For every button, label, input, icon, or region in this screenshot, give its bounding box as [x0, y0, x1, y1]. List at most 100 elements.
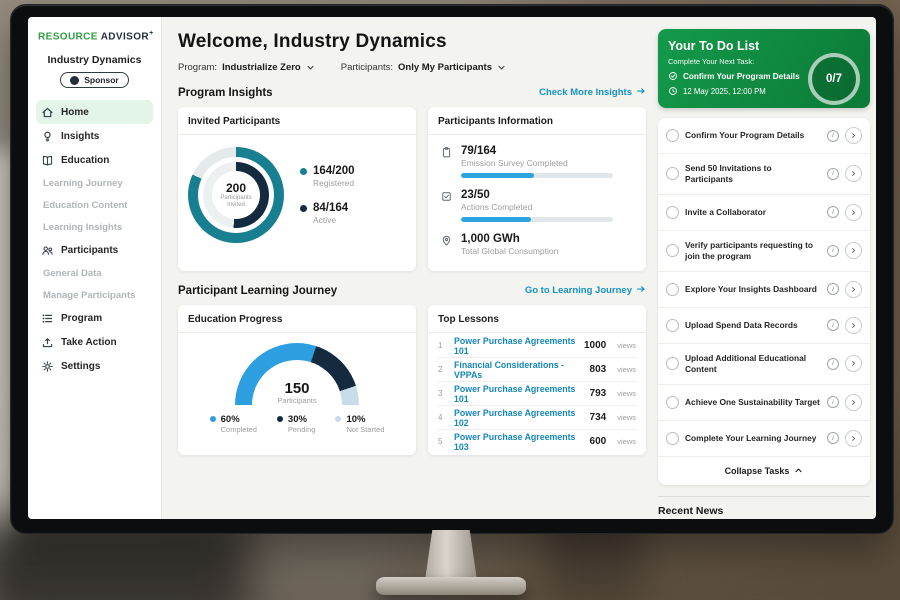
lesson-link[interactable]: Power Purchase Agreements 101 — [454, 384, 582, 404]
legend-dot — [335, 416, 341, 422]
page-title: Welcome, Industry Dynamics — [178, 31, 646, 53]
task-row[interactable]: Achieve One Sustainability Target — [658, 385, 870, 421]
next-task-due: 12 May 2025, 12:00 PM — [668, 86, 802, 96]
filter-bar: Program: Industrialize Zero Participants… — [178, 62, 646, 73]
sidebar-item-learning-insights[interactable]: Learning Insights — [28, 216, 161, 238]
task-row[interactable]: Complete Your Learning Journey — [658, 421, 870, 457]
task-checkbox[interactable] — [666, 129, 679, 142]
lesson-link[interactable]: Power Purchase Agreements 101 — [454, 336, 576, 356]
gauge-center-label: Participants — [235, 396, 359, 405]
info-icon[interactable] — [827, 245, 839, 257]
lesson-link[interactable]: Power Purchase Agreements 103 — [454, 432, 582, 452]
participants-information-card: Participants Information 79/164 Emission… — [428, 107, 646, 271]
sidebar-item-education[interactable]: Education — [36, 148, 153, 172]
participants-filter[interactable]: Participants: Only My Participants — [341, 62, 506, 73]
chevron-right-icon[interactable] — [845, 204, 862, 221]
gauge-center-value: 150 — [235, 381, 359, 396]
learning-journey-heading: Participant Learning Journey — [178, 285, 337, 297]
info-icon[interactable] — [827, 130, 839, 142]
sidebar-item-settings[interactable]: Settings — [36, 354, 153, 378]
legend-dot — [300, 205, 307, 212]
info-icon[interactable] — [827, 396, 839, 408]
lesson-row[interactable]: 2 Financial Considerations - VPPAs 803 v… — [438, 358, 636, 382]
todo-summary-card: Your To Do List Complete Your Next Task:… — [658, 29, 870, 108]
task-checkbox[interactable] — [666, 244, 679, 257]
chevron-right-icon[interactable] — [845, 127, 862, 144]
sidebar-item-learning-journey[interactable]: Learning Journey — [28, 172, 161, 194]
top-lessons-card: Top Lessons 1 Power Purchase Agreements … — [428, 305, 646, 455]
info-icon[interactable] — [827, 168, 839, 180]
info-icon[interactable] — [827, 319, 839, 331]
chevron-right-icon[interactable] — [845, 165, 862, 182]
lesson-row[interactable]: 5 Power Purchase Agreements 103 600 view… — [438, 430, 636, 453]
progress-bar — [461, 217, 613, 222]
task-row[interactable]: Confirm Your Program Details — [658, 118, 870, 154]
chevron-right-icon[interactable] — [845, 355, 862, 372]
clock-icon — [668, 86, 678, 96]
sidebar-item-home[interactable]: Home — [36, 100, 153, 124]
progress-fill — [461, 173, 534, 178]
task-checkbox[interactable] — [666, 357, 679, 370]
sidebar-item-manage-participants[interactable]: Manage Participants — [28, 284, 161, 306]
sidebar-item-insights[interactable]: Insights — [36, 124, 153, 148]
sidebar-item-participants[interactable]: Participants — [36, 238, 153, 262]
task-checkbox[interactable] — [666, 319, 679, 332]
card-title: Participants Information — [428, 107, 646, 135]
dashboard-screen: RESOURCE ADVISOR+ Industry Dynamics Spon… — [28, 17, 876, 519]
info-icon[interactable] — [827, 432, 839, 444]
chevron-right-icon[interactable] — [845, 394, 862, 411]
filter-value: Industrialize Zero — [222, 62, 301, 73]
chevron-right-icon[interactable] — [845, 242, 862, 259]
sidebar-nav: Home Insights Education Learning Journey… — [28, 100, 161, 378]
collapse-tasks-button[interactable]: Collapse Tasks — [658, 457, 870, 485]
task-row[interactable]: Invite a Collaborator — [658, 195, 870, 231]
card-title: Invited Participants — [178, 107, 416, 135]
sidebar-item-label: Insights — [61, 131, 99, 142]
lesson-row[interactable]: 3 Power Purchase Agreements 101 793 view… — [438, 382, 636, 406]
legend-item: 10% Not Started — [335, 414, 384, 434]
checklist-icon — [440, 190, 453, 204]
check-more-insights-link[interactable]: Check More Insights — [539, 86, 646, 99]
chevron-right-icon[interactable] — [845, 430, 862, 447]
sidebar-item-label: Settings — [61, 361, 100, 372]
task-checkbox[interactable] — [666, 432, 679, 445]
info-icon[interactable] — [827, 206, 839, 218]
lesson-row[interactable]: 4 Power Purchase Agreements 102 734 view… — [438, 406, 636, 430]
main-content: Welcome, Industry Dynamics Program: Indu… — [162, 17, 658, 519]
chevron-down-icon — [497, 63, 506, 72]
task-row[interactable]: Send 50 Invitations to Participants — [658, 154, 870, 195]
monitor-stand — [425, 530, 477, 580]
org-name: Industry Dynamics — [28, 54, 161, 66]
info-icon[interactable] — [827, 283, 839, 295]
check-circle-icon — [668, 71, 678, 81]
legend-dot — [277, 416, 283, 422]
lesson-link[interactable]: Power Purchase Agreements 102 — [454, 408, 582, 428]
sidebar-item-program[interactable]: Program — [36, 306, 153, 330]
progress-fill — [461, 217, 531, 222]
sidebar-item-general-data[interactable]: General Data — [28, 262, 161, 284]
sidebar: RESOURCE ADVISOR+ Industry Dynamics Spon… — [28, 17, 162, 519]
arrow-right-icon — [636, 284, 646, 297]
task-checkbox[interactable] — [666, 396, 679, 409]
task-row[interactable]: Verify participants requesting to join t… — [658, 231, 870, 272]
sidebar-item-education-content[interactable]: Education Content — [28, 194, 161, 216]
sidebar-item-take-action[interactable]: Take Action — [36, 330, 153, 354]
task-checkbox[interactable] — [666, 206, 679, 219]
task-row[interactable]: Upload Spend Data Records — [658, 308, 870, 344]
go-to-learning-journey-link[interactable]: Go to Learning Journey — [525, 284, 646, 297]
next-task[interactable]: Confirm Your Program Details — [668, 71, 802, 81]
sidebar-item-label: Home — [61, 107, 89, 118]
task-row[interactable]: Upload Additional Educational Content — [658, 344, 870, 385]
sponsor-badge[interactable]: Sponsor — [60, 72, 128, 88]
chevron-right-icon[interactable] — [845, 317, 862, 334]
lessons-list: 1 Power Purchase Agreements 101 1000 vie… — [428, 333, 646, 453]
info-icon[interactable] — [827, 358, 839, 370]
chevron-right-icon[interactable] — [845, 281, 862, 298]
task-checkbox[interactable] — [666, 167, 679, 180]
program-filter[interactable]: Program: Industrialize Zero — [178, 62, 315, 73]
invited-donut-chart: 200 Participants Invited — [188, 147, 284, 243]
lesson-row[interactable]: 1 Power Purchase Agreements 101 1000 vie… — [438, 334, 636, 358]
task-row[interactable]: Explore Your Insights Dashboard — [658, 272, 870, 308]
lesson-link[interactable]: Financial Considerations - VPPAs — [454, 360, 582, 380]
task-checkbox[interactable] — [666, 283, 679, 296]
